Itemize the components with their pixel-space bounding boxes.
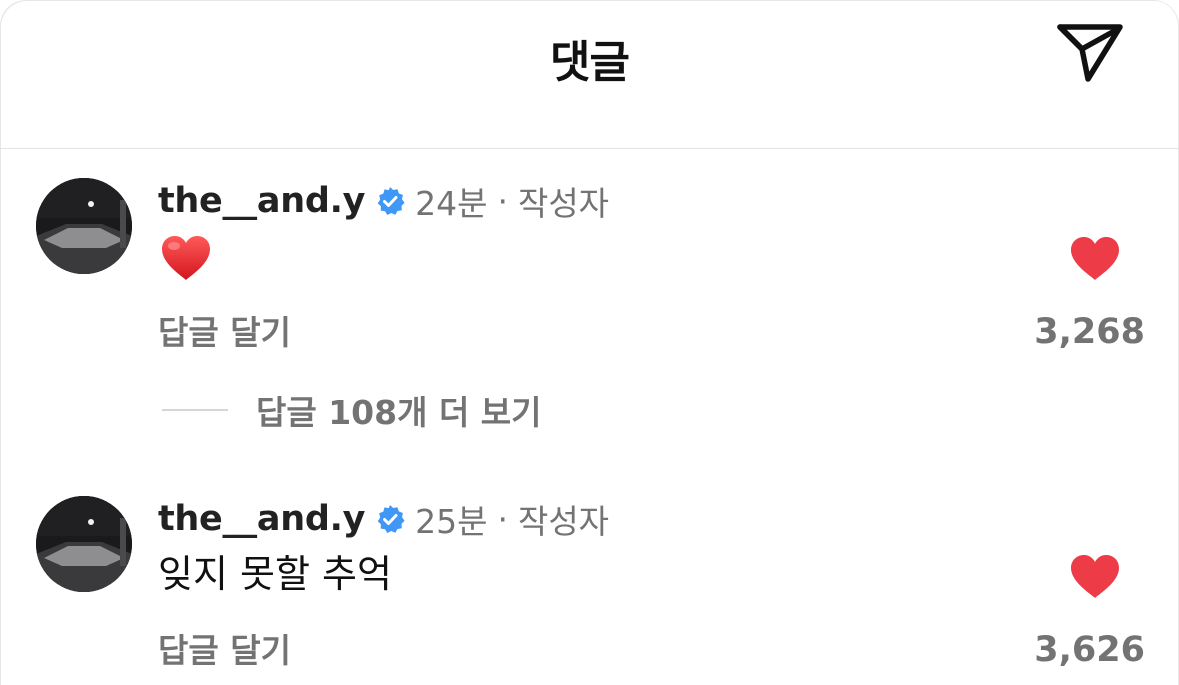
heart-filled-icon (1071, 555, 1119, 598)
avatar-image (36, 178, 132, 274)
comments-header: 댓글 (0, 0, 1179, 149)
comment-item: the__and.y 25분 · 작성자 잊지 못할 추억 답글 달기 3,62… (0, 466, 1179, 670)
meta-separator: · (497, 499, 508, 539)
page-title: 댓글 (550, 37, 630, 88)
username[interactable]: the__and.y (158, 499, 365, 539)
like-button[interactable] (1070, 236, 1120, 282)
comment-time: 25분 (415, 502, 488, 541)
heart-filled-icon (1071, 237, 1119, 280)
author-badge: 작성자 (517, 184, 610, 223)
avatar-image (36, 496, 132, 592)
verified-badge-icon (375, 186, 405, 216)
like-button[interactable] (1070, 554, 1120, 600)
like-count: 3,626 (1034, 630, 1145, 670)
reply-button[interactable]: 답글 달기 (158, 306, 291, 354)
heart-emoji-icon (160, 234, 212, 282)
paper-plane-icon (1057, 24, 1123, 82)
view-replies-line (162, 409, 228, 411)
comment-meta: the__and.y 25분 · 작성자 (158, 496, 609, 542)
share-button[interactable] (1052, 20, 1128, 86)
comment-item: the__and.y 24분 · 작성자 답글 달기 3,268 (0, 148, 1179, 352)
comment-meta: the__and.y 24분 · 작성자 (158, 178, 609, 224)
author-badge: 작성자 (517, 502, 610, 541)
comment-time: 24분 (415, 184, 488, 223)
username[interactable]: the__and.y (158, 181, 365, 221)
avatar[interactable] (36, 178, 132, 274)
comment-text: 잊지 못할 추억 (158, 552, 392, 596)
meta-separator: · (497, 181, 508, 221)
view-replies-button[interactable]: 답글 108개 더 보기 (162, 390, 542, 432)
comments-sheet: 댓글 the__and.y 24분 · 작성자 답글 달기 3,268 답글 1… (0, 0, 1179, 685)
like-count: 3,268 (1034, 312, 1145, 352)
reply-button[interactable]: 답글 달기 (158, 624, 291, 672)
view-replies-label: 답글 108개 더 보기 (256, 393, 542, 432)
verified-badge-icon (375, 504, 405, 534)
avatar[interactable] (36, 496, 132, 592)
